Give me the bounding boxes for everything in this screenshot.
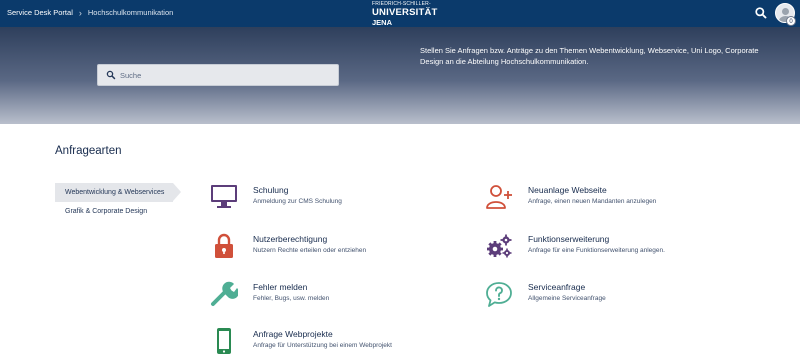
request-type-title: Schulung bbox=[253, 185, 289, 195]
search-icon[interactable] bbox=[754, 6, 768, 20]
breadcrumb: Service Desk Portal › Hochschulkommunika… bbox=[7, 8, 173, 17]
monitor-icon bbox=[211, 185, 237, 208]
notification-badge[interactable]: 0 bbox=[786, 16, 796, 26]
request-type-description: Anfrage, einen neuen Mandanten anzulegen bbox=[528, 198, 657, 205]
university-logo[interactable]: FRIEDRICH-SCHILLER- UNIVERSITÄT JENA bbox=[372, 2, 438, 27]
help-search-box[interactable] bbox=[97, 64, 339, 86]
section-title: Anfragearten bbox=[55, 145, 122, 157]
logo-line-3: JENA bbox=[372, 17, 393, 27]
group-grafik[interactable]: Grafik & Corporate Design bbox=[55, 202, 185, 221]
request-type-description: Nutzern Rechte erteilen oder entziehen bbox=[253, 247, 367, 254]
search-icon bbox=[106, 70, 116, 80]
smartphone-icon bbox=[217, 328, 231, 354]
request-type-serviceanfrage[interactable]: Serviceanfrage Allgemeine Serviceanfrage bbox=[485, 280, 725, 314]
hero-banner: Stellen Sie Anfragen bzw. Anträge zu den… bbox=[0, 27, 800, 124]
search-input[interactable] bbox=[120, 67, 330, 83]
request-type-title: Funktionserweiterung bbox=[528, 234, 610, 244]
breadcrumb-separator-icon: › bbox=[78, 7, 82, 18]
breadcrumb-portal-link[interactable]: Service Desk Portal bbox=[7, 8, 73, 17]
question-bubble-icon bbox=[486, 282, 512, 307]
add-user-icon bbox=[486, 185, 512, 209]
request-type-description: Anfrage für Unterstützung bei einem Webp… bbox=[253, 342, 392, 349]
logo-line-2: UNIVERSITÄT bbox=[372, 7, 438, 18]
request-type-title: Nutzerberechtigung bbox=[253, 234, 328, 244]
request-type-schulung[interactable]: Schulung Anmeldung zur CMS Schulung bbox=[210, 183, 450, 217]
request-group-list: Webentwicklung & Webservices Grafik & Co… bbox=[55, 183, 185, 221]
breadcrumb-current-link[interactable]: Hochschulkommunikation bbox=[88, 8, 173, 17]
request-type-nutzerberechtigung[interactable]: Nutzerberechtigung Nutzern Rechte erteil… bbox=[210, 232, 450, 266]
request-type-title: Anfrage Webprojekte bbox=[253, 329, 333, 339]
gears-icon bbox=[487, 234, 512, 258]
top-navigation-bar: Service Desk Portal › Hochschulkommunika… bbox=[0, 0, 800, 27]
portal-description: Stellen Sie Anfragen bzw. Anträge zu den… bbox=[420, 46, 759, 66]
request-type-title: Neuanlage Webseite bbox=[528, 185, 607, 195]
request-type-title: Fehler melden bbox=[253, 282, 308, 292]
request-type-fehler-melden[interactable]: Fehler melden Fehler, Bugs, usw. melden bbox=[210, 280, 450, 314]
request-type-neuanlage-webseite[interactable]: Neuanlage Webseite Anfrage, einen neuen … bbox=[485, 183, 725, 217]
request-type-description: Anmeldung zur CMS Schulung bbox=[253, 198, 342, 205]
request-type-title: Serviceanfrage bbox=[528, 282, 586, 292]
wrench-icon bbox=[211, 281, 238, 306]
request-type-description: Fehler, Bugs, usw. melden bbox=[253, 295, 330, 302]
request-type-anfrage-webprojekte[interactable]: Anfrage Webprojekte Anfrage für Unterstü… bbox=[210, 327, 450, 361]
request-type-funktionserweiterung[interactable]: Funktionserweiterung Anfrage für eine Fu… bbox=[485, 232, 725, 266]
request-type-description: Allgemeine Serviceanfrage bbox=[528, 295, 606, 302]
group-webentwicklung[interactable]: Webentwicklung & Webservices bbox=[55, 183, 181, 202]
avatar-head bbox=[782, 8, 789, 15]
lock-icon bbox=[215, 233, 233, 258]
request-type-description: Anfrage für eine Funktionserweiterung an… bbox=[528, 247, 665, 254]
